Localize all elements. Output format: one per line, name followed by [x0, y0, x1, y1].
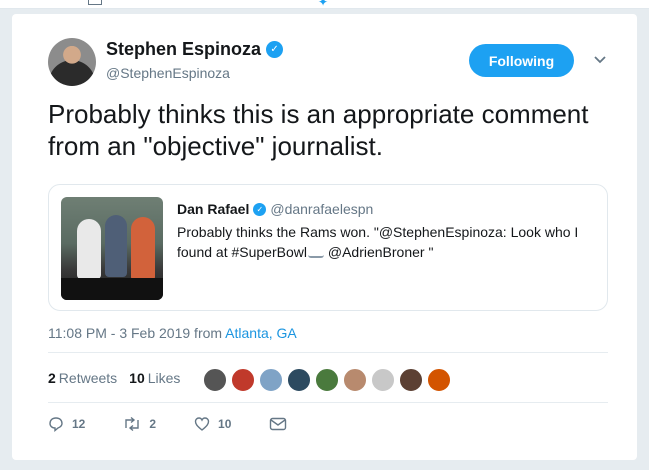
reply-count: 12 [72, 417, 86, 431]
location-link[interactable]: Atlanta, GA [225, 325, 297, 341]
retweets-stat[interactable]: 2 Retweets [48, 370, 117, 386]
liker-avatar[interactable] [427, 368, 451, 392]
liker-avatar[interactable] [371, 368, 395, 392]
quoted-author-handle: @danrafaelespn [270, 201, 374, 217]
liker-avatar[interactable] [399, 368, 423, 392]
author-name-row: Stephen Espinoza ✓ [106, 39, 284, 60]
liker-avatar[interactable] [259, 368, 283, 392]
quoted-tweet-header: Dan Rafael ✓ @danrafaelespn [177, 201, 373, 217]
like-count: 10 [218, 417, 232, 431]
tweet-timestamp: 11:08 PM - 3 Feb 2019 from Atlanta, GA [48, 325, 297, 341]
retweet-count: 2 [149, 417, 157, 431]
tweet-stats: 2 Retweets 10 Likes [48, 370, 192, 386]
divider [48, 402, 608, 403]
verified-badge-icon: ✓ [253, 202, 267, 216]
retweet-icon [125, 416, 140, 432]
tweet-actions: 12 2 10 [48, 416, 333, 432]
quoted-text-tail: @AdrienBroner " [323, 244, 434, 260]
chevron-down-icon[interactable] [592, 52, 608, 68]
quoted-tweet-photo[interactable] [61, 197, 163, 300]
reply-icon [49, 417, 63, 432]
liker-avatars [203, 368, 455, 392]
quoted-tweet-text: Probably thinks the Rams won. "@StephenE… [177, 222, 597, 262]
messages-icon[interactable] [88, 0, 102, 5]
retweet-button[interactable]: 2 [123, 416, 156, 432]
author-name[interactable]: Stephen Espinoza [106, 39, 261, 60]
twitter-bird-icon[interactable]: ✦ [318, 0, 328, 8]
trophy-emoji-icon [307, 248, 324, 258]
top-nav-bar: ✦ [0, 0, 649, 9]
likes-stat[interactable]: 10 Likes [129, 370, 180, 386]
tweet-card: Stephen Espinoza ✓ @StephenEspinoza Foll… [12, 14, 637, 460]
timestamp-text[interactable]: 11:08 PM - 3 Feb 2019 from [48, 325, 225, 341]
divider [48, 352, 608, 353]
liker-avatar[interactable] [203, 368, 227, 392]
envelope-icon [270, 417, 287, 431]
quoted-tweet[interactable]: Dan Rafael ✓ @danrafaelespn Probably thi… [48, 184, 608, 311]
like-button[interactable]: 10 [194, 416, 231, 432]
tweet-text: Probably thinks this is an appropriate c… [48, 99, 589, 161]
heart-icon [194, 417, 210, 431]
following-button[interactable]: Following [469, 44, 574, 77]
liker-avatar[interactable] [287, 368, 311, 392]
verified-badge-icon: ✓ [266, 41, 284, 58]
liker-avatar[interactable] [231, 368, 255, 392]
author-handle[interactable]: @StephenEspinoza [106, 65, 230, 81]
liker-avatar[interactable] [343, 368, 367, 392]
direct-message-button[interactable] [269, 417, 295, 431]
liker-avatar[interactable] [315, 368, 339, 392]
reply-button[interactable]: 12 [48, 416, 85, 432]
quoted-author-name: Dan Rafael [177, 201, 250, 217]
avatar[interactable] [48, 38, 96, 86]
